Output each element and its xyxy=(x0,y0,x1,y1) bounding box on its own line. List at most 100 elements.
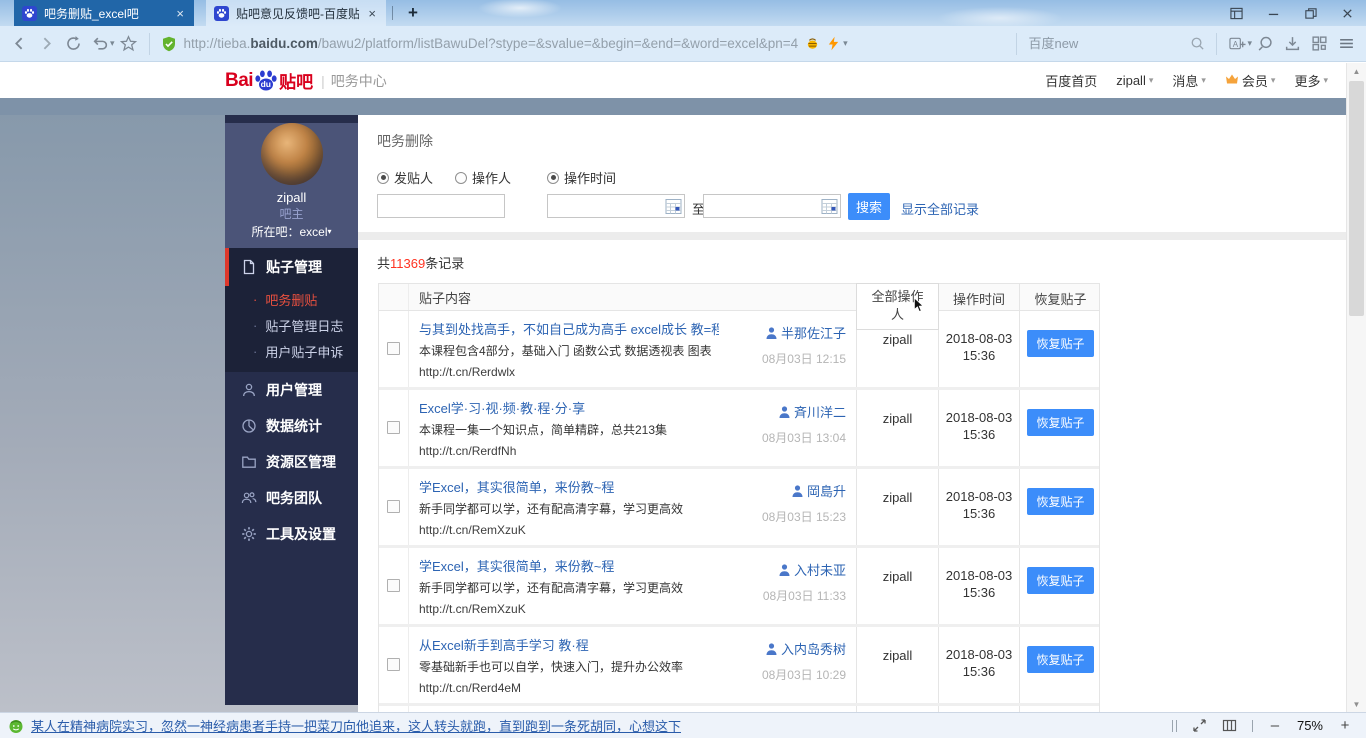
search-input[interactable] xyxy=(1028,36,1158,51)
lightning-extension-icon[interactable] xyxy=(826,36,841,51)
tab-bawu-delete[interactable]: 吧务删贴_excel吧 × xyxy=(14,0,194,26)
member-crown-icon xyxy=(1225,73,1239,88)
restore-cell: 恢复贴子 xyxy=(1019,311,1101,387)
favorites-star-icon[interactable] xyxy=(115,30,142,57)
header-restore: 恢复贴子 xyxy=(1019,284,1101,310)
calendar-icon[interactable] xyxy=(821,198,838,215)
menu-hamburger-icon[interactable] xyxy=(1333,30,1360,57)
tab-layout-icon[interactable] xyxy=(1218,0,1255,26)
author-link[interactable]: 入村未亚 xyxy=(763,560,846,579)
post-title-link[interactable]: Excel学·习·视·频·教·程·分·享 xyxy=(419,401,719,417)
sidebar-item-user-management[interactable]: 用户管理 xyxy=(225,372,358,408)
sidebar-item-resource-zone[interactable]: 资源区管理 xyxy=(225,444,358,480)
row-checkbox[interactable] xyxy=(387,342,400,355)
nav-messages[interactable]: 消息▾ xyxy=(1172,71,1206,90)
sidebar-item-post-log[interactable]: ·贴子管理日志 xyxy=(225,312,358,338)
search-button[interactable]: 搜索 xyxy=(848,193,890,220)
restore-post-button[interactable]: 恢复贴子 xyxy=(1027,409,1093,436)
radio-operation-time[interactable]: 操作时间 xyxy=(547,168,616,187)
browser-search-box[interactable] xyxy=(1024,36,1209,51)
restore-post-button[interactable]: 恢复贴子 xyxy=(1027,330,1093,357)
baidu-paw-favicon xyxy=(214,6,229,21)
extension-dropdown-caret[interactable]: ▾ xyxy=(843,38,848,49)
download-icon[interactable] xyxy=(1279,30,1306,57)
sidebar-item-bawu-delete[interactable]: ·吧务删贴 xyxy=(225,286,358,312)
post-title-link[interactable]: 与其到处找高手，不如自己成为高手 excel成长 教=程 xyxy=(419,322,719,338)
baidu-tieba-logo[interactable]: Bai du 贴吧 | 吧务中心 xyxy=(225,68,387,93)
tab-close-icon[interactable]: × xyxy=(174,6,186,21)
operator-filter-dropdown[interactable]: 全部操作人 xyxy=(856,283,939,330)
restore-post-button[interactable]: 恢复贴子 xyxy=(1027,567,1093,594)
radio-button-icon[interactable] xyxy=(547,172,559,184)
scroll-down-arrow[interactable]: ▼ xyxy=(1347,696,1366,712)
author-link[interactable]: 斉川洋二 xyxy=(762,402,846,421)
restore-button[interactable] xyxy=(1292,0,1329,26)
back-icon[interactable] xyxy=(6,30,33,57)
date-to-field[interactable] xyxy=(704,195,840,217)
folder-icon xyxy=(241,454,257,470)
find-on-page-icon[interactable] xyxy=(1252,30,1279,57)
restore-post-button[interactable]: 恢复贴子 xyxy=(1027,646,1093,673)
nav-member[interactable]: 会员▾ xyxy=(1225,71,1276,90)
bee-extension-icon[interactable] xyxy=(805,36,820,51)
author-link[interactable]: 半那佐江子 xyxy=(762,323,846,342)
tab-close-icon[interactable]: × xyxy=(366,6,378,21)
date-from-input[interactable] xyxy=(547,194,685,218)
post-title-link[interactable]: 学Excel，其实很简单，来份教~程 xyxy=(419,559,719,575)
fullscreen-icon[interactable] xyxy=(1192,718,1207,733)
forward-icon[interactable] xyxy=(33,30,60,57)
sidebar-item-user-appeal[interactable]: ·用户贴子申诉 xyxy=(225,338,358,364)
status-ticker-link[interactable]: 某人在精神病院实习，忽然一神经病患者手持一把菜刀向他追来，这人转头就跑，直到跑到… xyxy=(31,716,681,735)
search-icon[interactable] xyxy=(1190,36,1205,51)
minimize-button[interactable] xyxy=(1255,0,1292,26)
nav-username[interactable]: zipall▾ xyxy=(1116,73,1153,88)
address-bar[interactable]: http://tieba.baidu.com/bawu2/platform/li… xyxy=(157,36,1010,52)
security-shield-icon[interactable] xyxy=(161,36,177,52)
nav-baidu-home[interactable]: 百度首页 xyxy=(1045,71,1097,90)
logo-du-text: du xyxy=(261,79,271,89)
sidebar-item-tools-settings[interactable]: 工具及设置 xyxy=(225,516,358,552)
sidebar-item-post-management[interactable]: 贴子管理 xyxy=(225,248,358,286)
row-checkbox[interactable] xyxy=(387,421,400,434)
new-tab-button[interactable]: + xyxy=(399,3,427,23)
close-button[interactable] xyxy=(1329,0,1366,26)
tab-title: 吧务删贴_excel吧 xyxy=(44,5,167,22)
row-checkbox[interactable] xyxy=(387,500,400,513)
restore-post-button[interactable]: 恢复贴子 xyxy=(1027,488,1093,515)
operation-date: 2018-08-03 xyxy=(939,330,1019,347)
sidebar-forum-selector[interactable]: 所在吧：excel▾ xyxy=(225,223,358,241)
url-text[interactable]: http://tieba.baidu.com/bawu2/platform/li… xyxy=(184,36,799,51)
zoom-out-button[interactable]: – xyxy=(1268,717,1282,734)
zoom-level[interactable]: 75% xyxy=(1297,718,1323,733)
apps-grid-icon[interactable] xyxy=(1306,30,1333,57)
person-icon xyxy=(792,485,803,497)
poster-name-input[interactable] xyxy=(377,194,505,218)
date-to-input[interactable] xyxy=(703,194,841,218)
tab-feedback[interactable]: 贴吧意见反馈吧-百度贴吧 × xyxy=(206,0,386,26)
reading-columns-icon[interactable] xyxy=(1222,718,1237,733)
row-checkbox[interactable] xyxy=(387,579,400,592)
radio-operator[interactable]: 操作人 xyxy=(455,168,511,187)
sidebar-item-statistics[interactable]: 数据统计 xyxy=(225,408,358,444)
radio-button-icon[interactable] xyxy=(377,172,389,184)
author-link[interactable]: 岡島升 xyxy=(762,481,846,500)
zoom-in-button[interactable]: + xyxy=(1338,717,1352,734)
post-title-link[interactable]: 从Excel新手到高手学习 教·程 xyxy=(419,638,719,654)
refresh-icon[interactable] xyxy=(60,30,87,57)
header-operator-filter[interactable]: 全部操作人 xyxy=(856,284,938,310)
radio-poster[interactable]: 发贴人 xyxy=(377,168,433,187)
header-checkbox-column xyxy=(379,284,409,310)
author-link[interactable]: 入内岛秀树 xyxy=(762,639,846,658)
date-from-field[interactable] xyxy=(548,195,684,217)
scrollbar-thumb[interactable] xyxy=(1349,81,1364,316)
radio-button-icon[interactable] xyxy=(455,172,467,184)
vertical-scrollbar[interactable]: ▲ ▼ xyxy=(1346,63,1366,712)
avatar[interactable] xyxy=(261,123,323,185)
scroll-up-arrow[interactable]: ▲ xyxy=(1347,63,1366,79)
sidebar-item-bawu-team[interactable]: 吧务团队 xyxy=(225,480,358,516)
calendar-icon[interactable] xyxy=(665,198,682,215)
nav-more[interactable]: 更多▾ xyxy=(1294,71,1328,90)
row-checkbox[interactable] xyxy=(387,658,400,671)
post-title-link[interactable]: 学Excel，其实很简单，来份教~程 xyxy=(419,480,719,496)
show-all-records-link[interactable]: 显示全部记录 xyxy=(901,199,979,218)
